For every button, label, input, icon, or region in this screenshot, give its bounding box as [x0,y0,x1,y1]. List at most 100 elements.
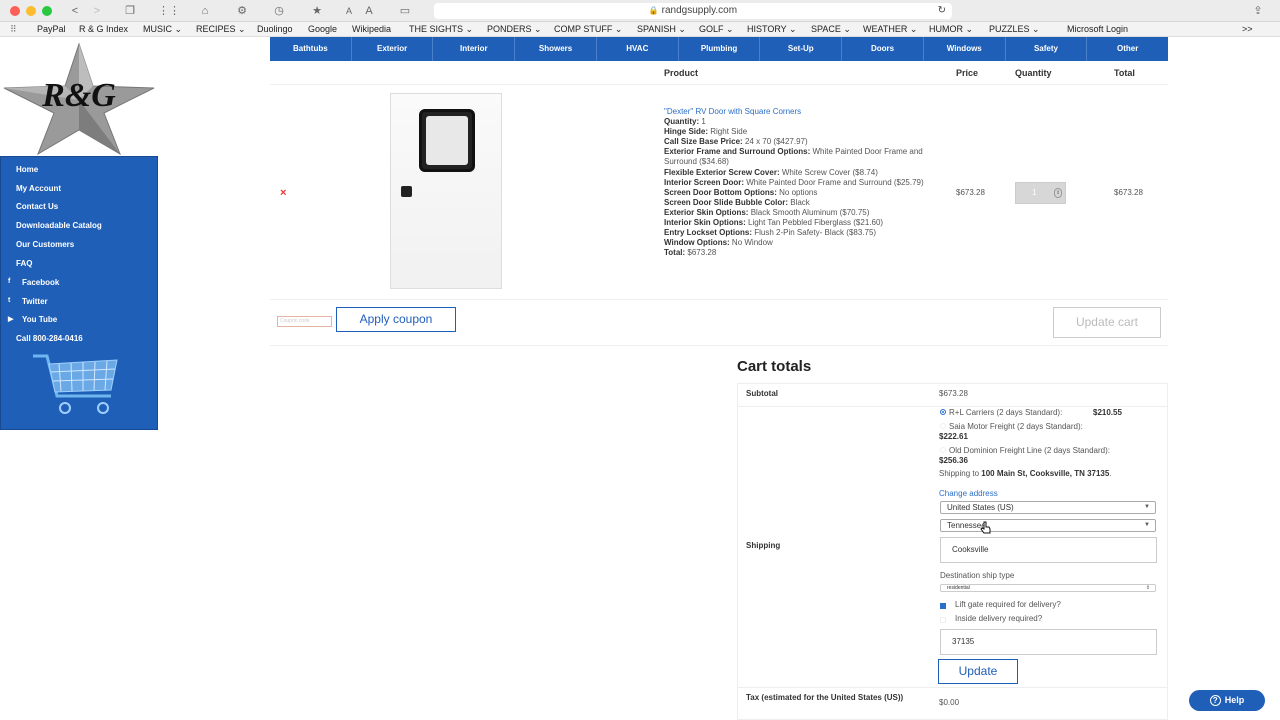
change-address-link[interactable]: Change address [939,489,998,498]
sidebar-item-twitter[interactable]: t Twitter [8,297,48,306]
sidebar-item-home[interactable]: Home [16,165,38,174]
help-button[interactable]: ? Help [1189,690,1265,711]
bookmark-star-icon[interactable]: ★ [307,3,327,19]
hand-cursor-icon [980,521,991,534]
country-select[interactable]: United States (US) ▼ [940,501,1156,514]
bookmark-item[interactable]: R & G Index [79,24,128,34]
nav-safety[interactable]: Safety [1006,37,1088,61]
bookmark-item[interactable]: THE SIGHTS ⌄ [409,24,473,35]
nav-bathtubs[interactable]: Bathtubs [270,37,352,61]
product-option: Quantity: 1 [664,117,706,127]
item-price: $673.28 [956,188,985,197]
nav-interior[interactable]: Interior [433,37,516,61]
nav-hvac[interactable]: HVAC [597,37,679,61]
sidebar-item-faq[interactable]: FAQ [16,259,32,268]
tabs-overview-icon[interactable]: ❐ [122,3,138,19]
door-lock [401,186,412,197]
update-cart-button[interactable]: Update cart [1053,307,1161,338]
apply-coupon-button[interactable]: Apply coupon [336,307,456,332]
product-option: Exterior Skin Options: Black Smooth Alum… [664,207,870,217]
update-shipping-button[interactable]: Update [938,659,1018,684]
sidebar-item-contact-us[interactable]: Contact Us [16,202,58,211]
sidebar-item-label: Call 800-284-0416 [16,334,83,343]
coupon-code-input[interactable]: Coupon code [277,316,332,327]
destination-type-select[interactable]: residential ⇕ [940,584,1156,592]
bookmark-item[interactable]: PayPal [37,24,66,34]
product-option: Exterior Frame and Surround Options: Whi… [664,147,923,167]
col-quantity: Quantity [1015,68,1052,78]
sidebar-item-youtube[interactable]: ▶ You Tube [8,315,57,324]
bookmark-item[interactable]: RECIPES ⌄ [196,24,246,35]
bookmark-item[interactable]: PUZZLES ⌄ [989,24,1040,35]
close-window-icon[interactable] [10,6,20,16]
nav-exterior[interactable]: Exterior [352,37,434,61]
reload-icon[interactable]: ↻ [938,3,946,19]
category-nav: Bathtubs Exterior Interior Showers HVAC … [270,37,1168,61]
back-button[interactable]: < [66,3,84,19]
bookmark-item[interactable]: HUMOR ⌄ [929,24,973,35]
sidebar-item-my-account[interactable]: My Account [16,184,61,193]
sidebar-item-catalog[interactable]: Downloadable Catalog [16,221,102,230]
zip-field[interactable]: 37135 [940,629,1157,655]
sidebar-item-customers[interactable]: Our Customers [16,240,74,249]
stepper-arrows-icon[interactable]: ⇕ [1054,188,1062,198]
browser-toolbar: < > ❐ ⋮⋮ ⌂ ⚙ ◷ ★ A A ▭ 🔒 randgsupply.com… [0,0,1280,22]
state-select[interactable]: Tennessee ▼ [940,519,1156,532]
bookmark-item[interactable]: PONDERS ⌄ [487,24,542,35]
text-larger-button[interactable]: A [362,3,376,19]
apps-grid-icon[interactable]: ⠿ [10,24,17,35]
bookmark-item[interactable]: Wikipedia [352,24,391,34]
bookmark-item[interactable]: COMP STUFF ⌄ [554,24,622,35]
nav-showers[interactable]: Showers [515,37,597,61]
forward-button[interactable]: > [88,3,106,19]
shipping-option-radio[interactable] [940,409,946,415]
bookmark-item[interactable]: Google [308,24,337,34]
bookmark-item[interactable]: Duolingo [257,24,293,34]
grid-icon[interactable]: ⋮⋮ [158,3,180,19]
cart-totals-heading: Cart totals [737,358,812,375]
sidebar-item-label: Our Customers [16,240,75,249]
text-smaller-button[interactable]: A [342,3,356,19]
bookmark-item[interactable]: WEATHER ⌄ [863,24,917,35]
quantity-value: 1 [1032,188,1037,197]
product-option: Call Size Base Price: 24 x 70 ($427.97) [664,137,808,147]
remove-item-icon[interactable]: × [280,187,286,199]
site-logo[interactable]: R&G [0,42,158,156]
shipping-option-price: $222.61 [939,432,968,441]
shipping-option-radio[interactable] [940,423,946,429]
sidebar-item-label: My Account [16,184,62,193]
bookmark-item[interactable]: MUSIC ⌄ [143,24,182,35]
sidebar-item-facebook[interactable]: f Facebook [8,278,59,287]
nav-plumbing[interactable]: Plumbing [679,37,761,61]
more-bookmarks-button[interactable]: >> [1242,24,1253,34]
shipping-option-radio[interactable] [940,447,946,453]
nav-set-up[interactable]: Set-Up [760,37,843,61]
nav-windows[interactable]: Windows [924,37,1006,61]
nav-doors[interactable]: Doors [842,37,924,61]
city-field[interactable]: Cooksville [940,537,1157,563]
settings-icon[interactable]: ⚙ [233,3,251,19]
bookmark-item[interactable]: HISTORY ⌄ [747,24,797,35]
bookmark-item[interactable]: SPANISH ⌄ [637,24,686,35]
product-thumbnail[interactable] [390,93,502,289]
share-icon[interactable]: ⇪ [1250,3,1266,19]
maximize-window-icon[interactable] [42,6,52,16]
sidebar: Home My Account Contact Us Downloadable … [0,156,158,430]
sidebar-toggle-icon[interactable]: ▭ [396,3,414,19]
inside-delivery-checkbox[interactable] [940,617,946,623]
subtotal-value: $673.28 [939,389,968,398]
address-bar[interactable]: 🔒 randgsupply.com ↻ [434,3,952,19]
bookmark-item[interactable]: SPACE ⌄ [811,24,851,35]
home-icon[interactable]: ⌂ [196,3,214,19]
history-icon[interactable]: ◷ [270,3,288,19]
quantity-stepper[interactable]: 1 ⇕ [1015,182,1066,204]
minimize-window-icon[interactable] [26,6,36,16]
bookmark-item[interactable]: Microsoft Login [1067,24,1128,34]
liftgate-checkbox[interactable] [940,603,946,609]
sidebar-item-label: Downloadable Catalog [16,221,102,230]
bookmark-item[interactable]: GOLF ⌄ [699,24,734,35]
shopping-cart-icon[interactable] [31,350,121,422]
sidebar-item-call[interactable]: Call 800-284-0416 [16,334,83,343]
nav-other[interactable]: Other [1087,37,1168,61]
product-title-link[interactable]: "Dexter" RV Door with Square Corners [664,107,939,117]
